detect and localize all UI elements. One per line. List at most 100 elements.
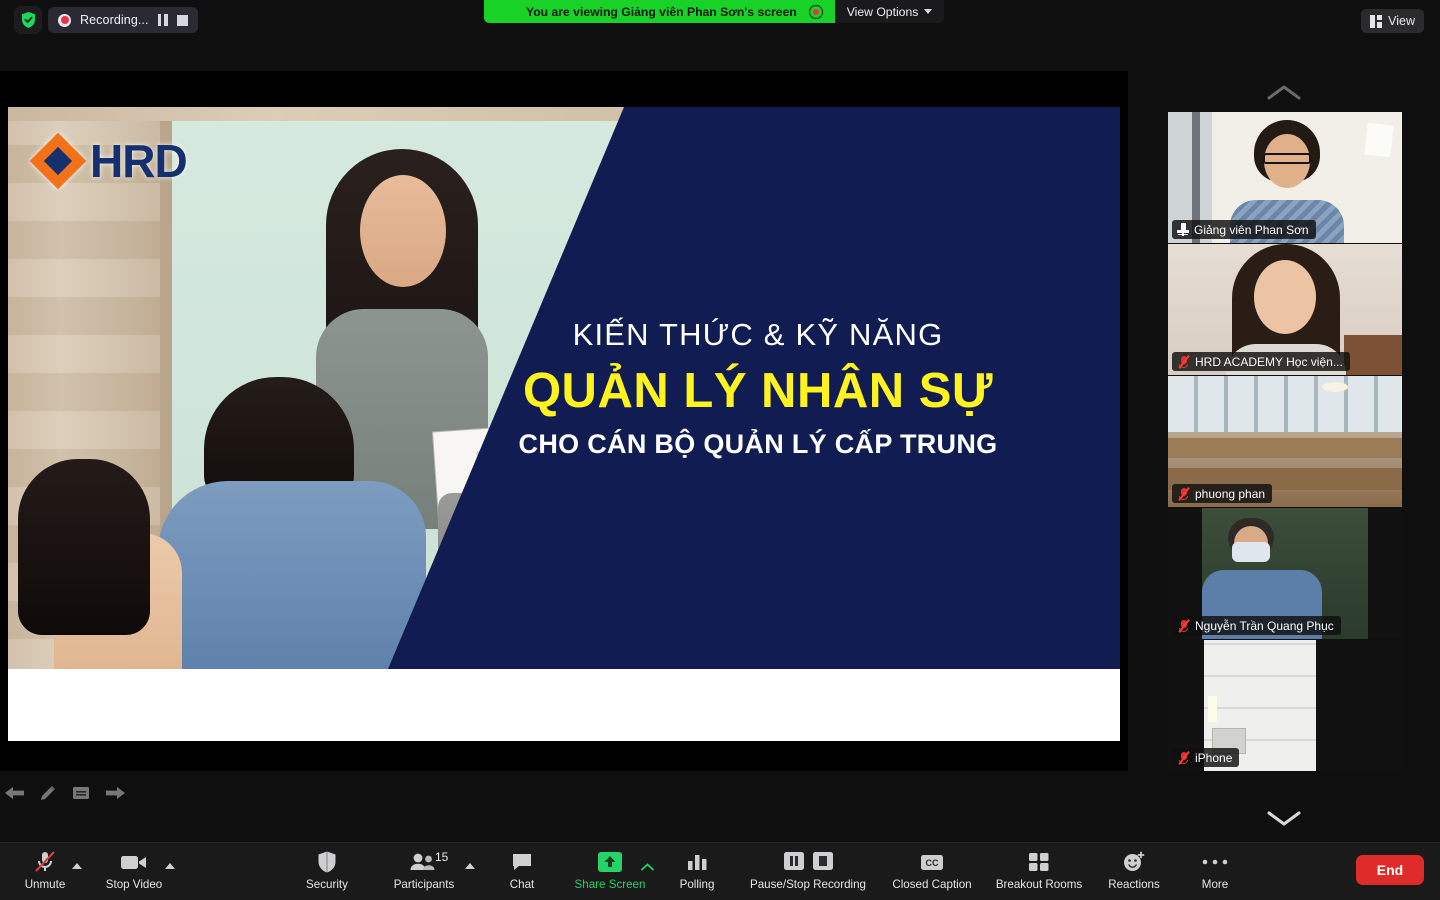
pause-icon[interactable] (783, 851, 805, 874)
filmstrip-scroll-down[interactable] (1128, 796, 1440, 840)
video-camera-icon (119, 849, 175, 875)
thumbnail-list: Giảng viên Phan Sơn HRD ACADEMY Học viện… (1168, 112, 1402, 772)
participants-button-label: Participants (393, 878, 455, 891)
participant-name-bar: HRD ACADEMY Học viện... (1172, 352, 1350, 371)
video-options-caret[interactable] (165, 863, 175, 869)
participant-filmstrip: Giảng viên Phan Sơn HRD ACADEMY Học viện… (1128, 42, 1440, 842)
security-button[interactable]: Security (279, 849, 375, 891)
slide-bottom-area (8, 669, 1120, 741)
share-screen-label: Share Screen (574, 878, 646, 891)
pause-icon[interactable] (157, 14, 168, 26)
view-button-label: View (1388, 14, 1415, 28)
layout-grid-icon (1370, 14, 1383, 28)
mic-muted-icon (32, 849, 82, 875)
zoom-meeting-window: Recording... You are viewing Giảng viên … (0, 0, 1440, 900)
bar-chart-icon (685, 849, 709, 875)
chat-button[interactable]: Chat (474, 849, 570, 891)
video-button-label: Stop Video (105, 878, 163, 891)
closed-caption-label: Closed Caption (892, 878, 972, 891)
slide-text-block: KIẾN THỨC & KỸ NĂNG QUẢN LÝ NHÂN SỰ CHO … (438, 107, 1078, 669)
participant-name-bar: Nguyễn Trần Quang Phục (1172, 616, 1341, 635)
mic-muted-icon (1177, 486, 1190, 501)
annotation-toolbar (4, 783, 126, 808)
arrow-right-icon[interactable] (104, 783, 126, 808)
participants-count: 15 (435, 850, 449, 864)
end-meeting-button[interactable]: End (1356, 855, 1424, 885)
note-icon[interactable] (70, 783, 92, 808)
view-options-label: View Options (846, 4, 919, 19)
pin-icon (1177, 223, 1189, 236)
slide-line-3: CHO CÁN BỘ QUẢN LÝ CẤP TRUNG (518, 428, 998, 459)
svg-text:CC: CC (926, 858, 939, 868)
mute-button-label: Unmute (24, 878, 66, 891)
pencil-icon[interactable] (38, 783, 58, 808)
share-screen-button[interactable]: Share Screen (562, 849, 658, 891)
participant-name: HRD ACADEMY Học viện... (1195, 354, 1343, 369)
chat-button-label: Chat (509, 878, 535, 891)
participant-name-bar: iPhone (1172, 748, 1240, 767)
breakout-rooms-button[interactable]: Breakout Rooms (974, 849, 1104, 891)
mic-options-caret[interactable] (72, 863, 82, 869)
recording-label: Recording... (80, 13, 149, 27)
security-shield-icon[interactable] (14, 6, 42, 34)
view-options-button[interactable]: View Options (835, 0, 945, 23)
shared-slide[interactable]: HRD KIẾN THỨC & KỸ NĂNG QUẢN LÝ NHÂN SỰ … (8, 107, 1120, 669)
share-up-arrow-icon (597, 849, 654, 875)
recording-controls (783, 849, 834, 875)
smiley-plus-icon (1121, 849, 1147, 875)
stop-icon[interactable] (176, 14, 188, 26)
shared-screen-stage: HRD KIẾN THỨC & KỸ NĂNG QUẢN LÝ NHÂN SỰ … (0, 71, 1128, 800)
participant-name: Giảng viên Phan Sơn (1194, 222, 1309, 237)
filmstrip-scroll-up[interactable] (1128, 70, 1440, 114)
security-button-label: Security (306, 878, 348, 891)
video-button[interactable]: Stop Video (86, 849, 182, 891)
chat-bubble-icon (510, 849, 534, 875)
people-icon: 15 (409, 849, 475, 875)
view-layout-button[interactable]: View (1361, 9, 1424, 33)
mic-muted-icon (1177, 750, 1190, 765)
participant-name-bar: Giảng viên Phan Sơn (1172, 220, 1316, 239)
polling-button-label: Polling (679, 878, 715, 891)
more-button[interactable]: More (1167, 849, 1263, 891)
more-button-label: More (1201, 878, 1229, 891)
participant-name-bar: phuong phan (1172, 484, 1273, 503)
hrd-logo: HRD (29, 132, 188, 190)
participant-thumbnail[interactable]: phuong phan (1168, 376, 1402, 507)
screen-share-banner: You are viewing Giảng viên Phan Sơn's sc… (484, 0, 945, 23)
participant-thumbnail[interactable]: iPhone (1168, 640, 1402, 771)
cc-icon: CC (919, 849, 945, 875)
mic-muted-icon (1177, 354, 1190, 369)
mute-button[interactable]: Unmute (0, 849, 93, 891)
chevron-down-icon (924, 9, 933, 14)
end-button-label: End (1376, 862, 1404, 878)
recording-button-label: Pause/Stop Recording (749, 878, 866, 891)
meeting-toolbar: Unmute Stop Video Security 15 Participan… (0, 842, 1440, 900)
stop-icon[interactable] (812, 851, 834, 874)
participant-name: Nguyễn Trần Quang Phục (1195, 618, 1334, 633)
reactions-button-label: Reactions (1108, 878, 1160, 891)
viewing-banner-text: You are viewing Giảng viên Phan Sơn's sc… (526, 4, 797, 19)
shield-icon (316, 849, 338, 875)
top-bar: Recording... You are viewing Giảng viên … (0, 0, 1440, 42)
pause-stop-recording-button[interactable]: Pause/Stop Recording (733, 849, 883, 891)
participant-thumbnail[interactable]: Giảng viên Phan Sơn (1168, 112, 1402, 243)
record-dot-icon (58, 13, 71, 27)
breakout-rooms-label: Breakout Rooms (995, 878, 1083, 891)
ellipsis-icon (1201, 849, 1229, 875)
participant-thumbnail[interactable]: HRD ACADEMY Học viện... (1168, 244, 1402, 375)
recording-indicator-icon (808, 4, 823, 19)
grid-squares-icon (1027, 849, 1051, 875)
slide-line-1: KIẾN THỨC & KỸ NĂNG (572, 316, 944, 352)
recording-indicator: Recording... (48, 7, 198, 33)
viewing-banner: You are viewing Giảng viên Phan Sơn's sc… (484, 0, 835, 23)
participant-thumbnail[interactable]: Nguyễn Trần Quang Phục (1168, 508, 1402, 639)
polling-button[interactable]: Polling (649, 849, 745, 891)
arrow-left-icon[interactable] (4, 783, 26, 808)
diamond-logo-icon (29, 132, 87, 190)
participant-name: iPhone (1195, 750, 1233, 765)
participants-button[interactable]: 15 Participants (376, 849, 475, 891)
slide-line-2: QUẢN LÝ NHÂN SỰ (522, 363, 994, 418)
participant-name: phuong phan (1195, 486, 1266, 501)
logo-text: HRD (90, 135, 188, 187)
mic-muted-icon (1177, 618, 1190, 633)
